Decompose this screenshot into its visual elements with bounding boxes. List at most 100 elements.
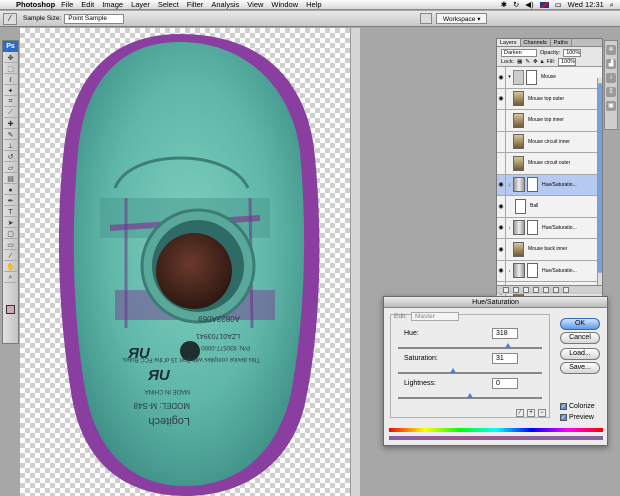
layer-row-hue-saturation-2[interactable]: ◉ ↓ Hue/Saturatio... bbox=[497, 217, 602, 239]
saturation-field[interactable]: 31 bbox=[492, 353, 518, 364]
layer-mask-thumb[interactable] bbox=[527, 177, 538, 193]
eyedropper-tool-icon[interactable]: ⁄ bbox=[3, 12, 17, 25]
adjustment-icon[interactable] bbox=[533, 287, 539, 293]
sample-size-select[interactable]: Point Sample bbox=[64, 13, 125, 24]
tool-presets-icon[interactable]: ▣ bbox=[606, 101, 616, 111]
layer-row-mouse-top-outer[interactable]: ◉ Mouse top outer bbox=[497, 88, 602, 110]
brushes-icon[interactable]: ⁑ bbox=[606, 87, 616, 97]
layer-row-mouse-top-inner[interactable]: Mouse top inner bbox=[497, 110, 602, 132]
visibility-eye-icon[interactable]: ◉ bbox=[497, 67, 506, 88]
move-icon[interactable]: ✥ bbox=[4, 54, 17, 63]
lasso-icon[interactable]: ℓ bbox=[4, 76, 17, 85]
bluetooth-icon[interactable]: ✱ bbox=[501, 0, 507, 9]
link-layers-icon[interactable] bbox=[503, 287, 509, 293]
fill-field[interactable]: 100% bbox=[558, 58, 577, 66]
layer-row-hue-saturation-3[interactable]: ◉ ↓ Hue/Saturatio... bbox=[497, 260, 602, 282]
lightness-slider-knob[interactable] bbox=[467, 393, 473, 398]
save-button[interactable]: Save... bbox=[560, 362, 600, 374]
lock-all-icon[interactable]: 🔒︎ bbox=[541, 59, 544, 66]
eraser-icon[interactable]: ▱ bbox=[4, 164, 17, 173]
palette-well-icon[interactable] bbox=[420, 13, 432, 24]
hue-slider-track[interactable] bbox=[398, 347, 542, 349]
type-icon[interactable]: T bbox=[4, 208, 17, 217]
crop-icon[interactable]: ⌗ bbox=[4, 98, 17, 107]
lock-transparency-icon[interactable]: ▦ bbox=[517, 59, 522, 65]
eyedropper-minus-icon[interactable]: − bbox=[538, 409, 546, 417]
saturation-slider-knob[interactable] bbox=[450, 368, 456, 373]
layer-mask-thumb[interactable] bbox=[527, 263, 538, 279]
eyedropper-icon[interactable]: ⁄ bbox=[4, 252, 17, 261]
document-canvas[interactable]: Logitech MODEL: M-S48 MADE IN CHINA This… bbox=[20, 28, 350, 496]
sync-icon[interactable]: ↻ bbox=[513, 0, 519, 9]
marquee-icon[interactable]: ⬚ bbox=[4, 65, 17, 74]
disclosure-triangle-icon[interactable]: ▾ bbox=[506, 74, 513, 80]
zoom-icon[interactable]: ⌕ bbox=[4, 274, 17, 283]
eyedropper-plus-icon[interactable]: + bbox=[527, 409, 535, 417]
stamp-icon[interactable]: ⊥ bbox=[4, 142, 17, 151]
histogram-icon[interactable]: ▟ bbox=[606, 59, 616, 69]
layer-row-mouse-circuit-inner[interactable]: Mouse circuit inner bbox=[497, 131, 602, 153]
battery-icon[interactable]: ▭ bbox=[555, 0, 562, 9]
load-button[interactable]: Load... bbox=[560, 348, 600, 360]
app-name[interactable]: Photoshop bbox=[16, 0, 55, 9]
layer-style-icon[interactable] bbox=[513, 287, 519, 293]
visibility-eye-icon[interactable]: ◉ bbox=[497, 174, 506, 195]
menu-file[interactable]: File bbox=[61, 0, 73, 9]
visibility-empty-icon[interactable] bbox=[497, 110, 506, 131]
colorize-checkbox[interactable]: ✓ Colorize bbox=[560, 403, 595, 410]
layer-row-ball[interactable]: ◉ Ball bbox=[497, 196, 602, 218]
menu-analysis[interactable]: Analysis bbox=[211, 0, 239, 9]
foreground-color-swatch[interactable] bbox=[6, 305, 15, 314]
menu-window[interactable]: Window bbox=[271, 0, 298, 9]
magic-wand-icon[interactable]: ✦ bbox=[4, 87, 17, 96]
info-icon[interactable]: i bbox=[606, 73, 616, 83]
tab-paths[interactable]: Paths bbox=[551, 39, 572, 46]
canvas-scrollbar[interactable] bbox=[350, 28, 360, 496]
trash-icon[interactable] bbox=[563, 287, 569, 293]
menu-image[interactable]: Image bbox=[102, 0, 123, 9]
layer-mask-thumb[interactable] bbox=[526, 69, 537, 85]
blend-mode-select[interactable]: Darken bbox=[501, 48, 537, 57]
dodge-icon[interactable]: ● bbox=[4, 186, 17, 195]
visibility-empty-icon[interactable] bbox=[497, 153, 506, 174]
visibility-eye-icon[interactable]: ◉ bbox=[497, 88, 506, 109]
visibility-eye-icon[interactable]: ◉ bbox=[497, 217, 506, 238]
heal-icon[interactable]: ✚ bbox=[4, 120, 17, 129]
workspace-button[interactable]: Workspace ▾ bbox=[436, 13, 488, 24]
tab-channels[interactable]: Channels bbox=[521, 39, 551, 46]
hue-slider-knob[interactable] bbox=[505, 343, 511, 348]
shape-icon[interactable]: ▢ bbox=[4, 230, 17, 239]
edit-select[interactable]: Master bbox=[411, 312, 460, 321]
menu-view[interactable]: View bbox=[247, 0, 263, 9]
menu-edit[interactable]: Edit bbox=[81, 0, 94, 9]
ps-badge[interactable]: Ps bbox=[3, 41, 18, 52]
preview-checkbox[interactable]: ✓ Preview bbox=[560, 414, 594, 421]
slice-icon[interactable]: ⟋ bbox=[4, 109, 17, 118]
menu-select[interactable]: Select bbox=[158, 0, 179, 9]
input-flag-icon[interactable] bbox=[539, 1, 549, 8]
pen-icon[interactable]: ✒ bbox=[4, 197, 17, 206]
spotlight-icon[interactable]: ⌕ bbox=[610, 0, 614, 10]
lightness-field[interactable]: 0 bbox=[492, 378, 518, 389]
visibility-eye-icon[interactable]: ◉ bbox=[497, 239, 506, 260]
cancel-button[interactable]: Cancel bbox=[560, 332, 600, 344]
menu-help[interactable]: Help bbox=[306, 0, 321, 9]
brush-icon[interactable]: ✎ bbox=[4, 131, 17, 140]
volume-icon[interactable]: ◀) bbox=[525, 0, 533, 9]
visibility-empty-icon[interactable] bbox=[497, 131, 506, 152]
notes-icon[interactable]: ▭ bbox=[4, 241, 17, 250]
ok-button[interactable]: OK bbox=[560, 318, 600, 330]
lock-position-icon[interactable]: ✥ bbox=[533, 59, 538, 65]
eyedropper-icon[interactable]: ⁄ bbox=[516, 409, 524, 417]
new-layer-icon[interactable] bbox=[553, 287, 559, 293]
new-group-icon[interactable] bbox=[543, 287, 549, 293]
history-brush-icon[interactable]: ↺ bbox=[4, 153, 17, 162]
layer-row-hue-saturation-1[interactable]: ◉ ↓ Hue/Saturatio... bbox=[497, 174, 602, 196]
layer-mask-thumb[interactable] bbox=[527, 220, 538, 236]
hand-icon[interactable]: ✋ bbox=[4, 263, 17, 272]
path-select-icon[interactable]: ➤ bbox=[4, 219, 17, 228]
menu-filter[interactable]: Filter bbox=[187, 0, 204, 9]
saturation-slider-track[interactable] bbox=[398, 372, 542, 374]
hue-field[interactable]: 318 bbox=[492, 328, 518, 339]
layers-scrollbar[interactable] bbox=[597, 78, 602, 286]
